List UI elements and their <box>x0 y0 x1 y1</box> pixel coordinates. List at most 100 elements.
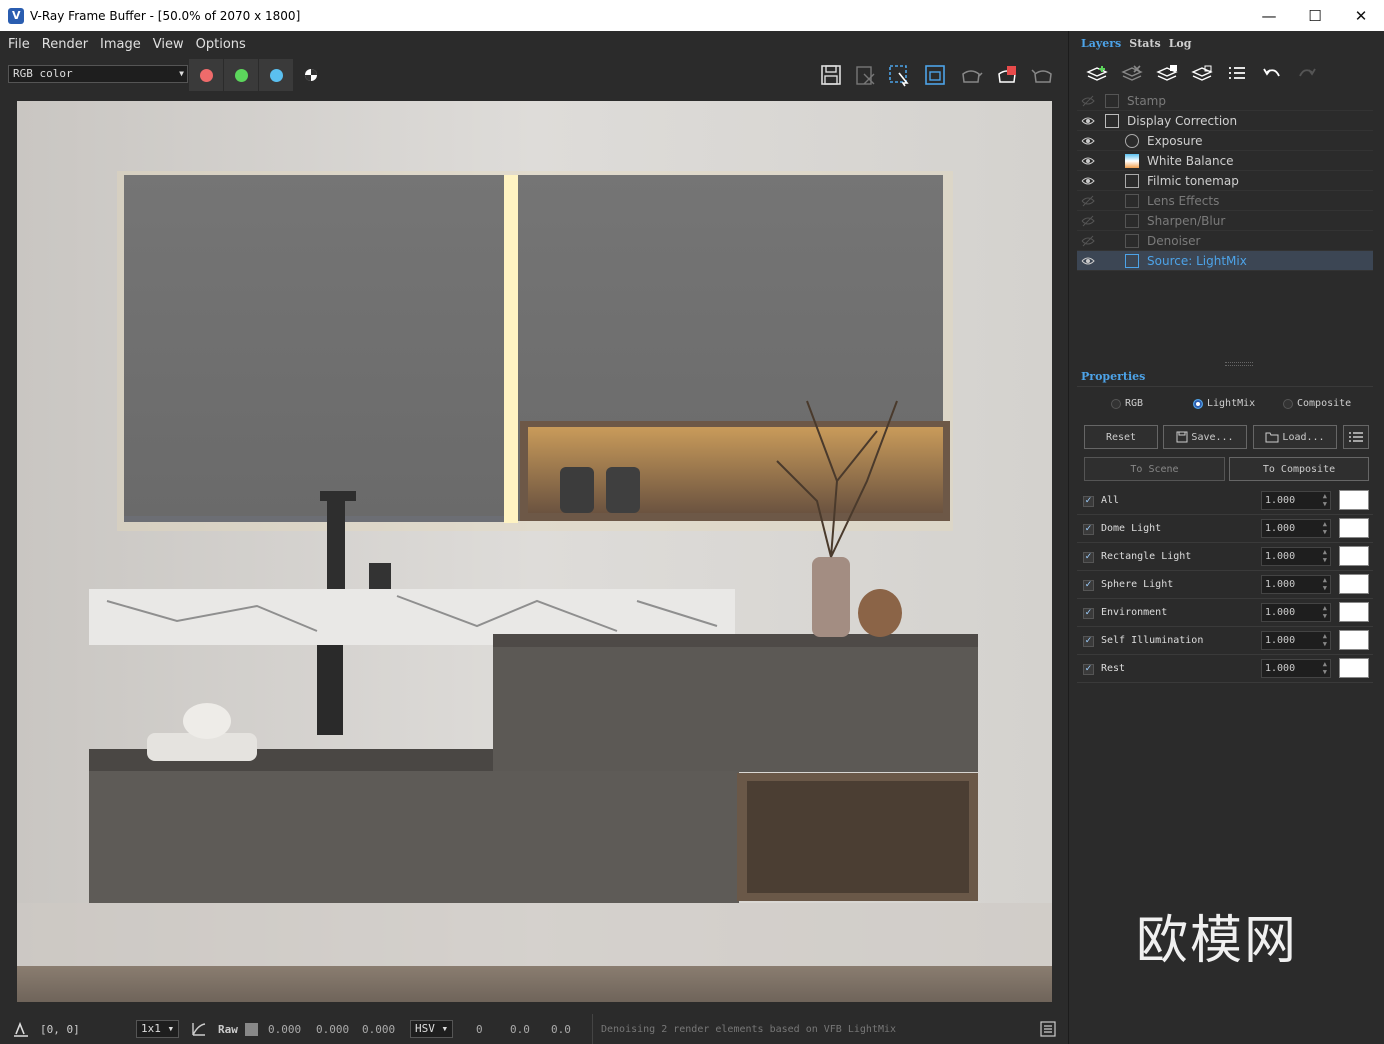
tab-layers[interactable]: Layers <box>1077 35 1125 53</box>
raw-label: Raw <box>218 1022 238 1036</box>
mode-composite-radio[interactable]: Composite <box>1283 398 1351 409</box>
eye-icon[interactable] <box>1081 175 1095 187</box>
menu-image[interactable]: Image <box>100 37 141 52</box>
intensity-spinner[interactable]: 1.000 ▲ ▼ <box>1261 491 1331 510</box>
red-channel-button[interactable] <box>189 59 223 91</box>
layer-exposure[interactable]: Exposure <box>1077 131 1373 151</box>
layer-stamp[interactable]: Stamp <box>1077 91 1373 111</box>
checkbox[interactable]: ✓ <box>1083 664 1094 675</box>
lightmix-options-button[interactable] <box>1343 425 1369 449</box>
load-preset-label: Load... <box>1282 431 1325 443</box>
denoiser-icon <box>1125 234 1139 248</box>
interactive-render-button[interactable] <box>958 62 984 88</box>
eye-icon[interactable] <box>1081 255 1095 267</box>
checkbox[interactable]: ✓ <box>1083 580 1094 591</box>
mode-lightmix-radio[interactable]: LightMix <box>1193 398 1255 409</box>
menu-options[interactable]: Options <box>196 37 246 52</box>
layer-lens-effects[interactable]: Lens Effects <box>1077 191 1373 211</box>
undo-button[interactable] <box>1254 61 1289 87</box>
render-button[interactable] <box>1030 62 1056 88</box>
to-scene-button[interactable]: To Scene <box>1084 457 1225 481</box>
green-channel-button[interactable] <box>224 59 258 91</box>
lightmix-list: ✓ All 1.000 ▲ ▼ ✓ Dome Light 1.000 ▲ ▼ ✓ Rec… <box>1077 487 1373 683</box>
intensity-value: 1.000 <box>1265 635 1296 646</box>
save-preset-label: Save... <box>1191 431 1234 443</box>
sample-size-select[interactable]: 1x1 ▾ <box>136 1020 180 1038</box>
tab-log[interactable]: Log <box>1165 35 1196 53</box>
rendered-bathroom-image <box>17 101 1052 1002</box>
load-layers-button[interactable] <box>1184 61 1219 87</box>
color-swatch[interactable] <box>1339 574 1369 594</box>
layer-source-lightmix[interactable]: Source: LightMix <box>1077 251 1373 271</box>
color-swatch[interactable] <box>1339 490 1369 510</box>
tab-stats[interactable]: Stats <box>1125 35 1164 53</box>
color-swatch[interactable] <box>1339 630 1369 650</box>
delete-layer-button[interactable] <box>1114 61 1149 87</box>
layer-filmic-tonemap[interactable]: Filmic tonemap <box>1077 171 1373 191</box>
pixel-info-icon[interactable] <box>12 1014 30 1044</box>
intensity-spinner[interactable]: 1.000 ▲ ▼ <box>1261 631 1331 650</box>
reset-button[interactable]: Reset <box>1084 425 1158 449</box>
intensity-spinner[interactable]: 1.000 ▲ ▼ <box>1261 547 1331 566</box>
toggle-panel-button[interactable] <box>1040 1014 1056 1044</box>
channel-select[interactable]: RGB color ▼ <box>8 65 188 83</box>
eye-hidden-icon[interactable] <box>1081 95 1095 107</box>
menu-view[interactable]: View <box>153 37 184 52</box>
close-button[interactable]: ✕ <box>1338 0 1384 31</box>
lightmix-row-rest: ✓ Rest 1.000 ▲ ▼ <box>1077 655 1373 683</box>
redo-button[interactable] <box>1289 61 1324 87</box>
eye-hidden-icon[interactable] <box>1081 215 1095 227</box>
intensity-spinner[interactable]: 1.000 ▲ ▼ <box>1261 575 1331 594</box>
color-swatch[interactable] <box>1339 518 1369 538</box>
add-layer-button[interactable] <box>1079 61 1114 87</box>
menu-render[interactable]: Render <box>42 37 88 52</box>
color-curve-icon[interactable] <box>190 1014 208 1044</box>
radio-label: Composite <box>1297 398 1352 409</box>
layer-presets-button[interactable] <box>1219 61 1254 87</box>
stop-render-button[interactable] <box>994 62 1020 88</box>
checkbox[interactable]: ✓ <box>1083 524 1094 535</box>
redo-icon <box>1298 68 1316 77</box>
maximize-button[interactable]: ☐ <box>1292 0 1338 31</box>
checkbox[interactable]: ✓ <box>1083 608 1094 619</box>
menu-file[interactable]: File <box>8 37 30 52</box>
eye-icon[interactable] <box>1081 115 1095 127</box>
eye-hidden-icon[interactable] <box>1081 195 1095 207</box>
render-viewport[interactable] <box>17 101 1052 1002</box>
color-swatch[interactable] <box>1339 602 1369 622</box>
checkbox[interactable]: ✓ <box>1083 636 1094 647</box>
intensity-spinner[interactable]: 1.000 ▲ ▼ <box>1261 519 1331 538</box>
intensity-spinner[interactable]: 1.000 ▲ ▼ <box>1261 603 1331 622</box>
track-mouse-button[interactable] <box>922 62 948 88</box>
clear-image-button[interactable] <box>852 62 878 88</box>
eye-icon[interactable] <box>1081 155 1095 167</box>
layer-denoiser[interactable]: Denoiser <box>1077 231 1373 251</box>
mode-rgb-radio[interactable]: RGB <box>1111 398 1143 409</box>
checkbox[interactable]: ✓ <box>1083 496 1094 507</box>
panel-splitter[interactable] <box>1225 362 1253 366</box>
eye-hidden-icon[interactable] <box>1081 235 1095 247</box>
blue-channel-button[interactable] <box>259 59 293 91</box>
intensity-spinner[interactable]: 1.000 ▲ ▼ <box>1261 659 1331 678</box>
minimize-button[interactable]: — <box>1246 0 1292 31</box>
load-preset-button[interactable]: Load... <box>1253 425 1337 449</box>
alpha-channel-button[interactable] <box>298 62 324 88</box>
checkbox[interactable]: ✓ <box>1083 552 1094 563</box>
save-image-button[interactable] <box>818 62 844 88</box>
layer-sharpen-blur[interactable]: Sharpen/Blur <box>1077 211 1373 231</box>
region-render-button[interactable] <box>886 62 912 88</box>
eye-icon[interactable] <box>1081 135 1095 147</box>
color-mode-select[interactable]: HSV ▾ <box>410 1020 454 1038</box>
radio-label: RGB <box>1125 398 1144 409</box>
layer-white-balance[interactable]: White Balance <box>1077 151 1373 171</box>
raw-r: 0.000 <box>268 1022 302 1036</box>
save-layers-button[interactable] <box>1149 61 1184 87</box>
layer-display-correction[interactable]: Display Correction <box>1077 111 1373 131</box>
color-swatch[interactable] <box>1339 546 1369 566</box>
color-swatch[interactable] <box>1339 658 1369 678</box>
to-composite-button[interactable]: To Composite <box>1229 457 1369 481</box>
save-preset-button[interactable]: Save... <box>1163 425 1247 449</box>
hsv-h: 0 <box>476 1022 483 1036</box>
lightmix-label: Rest <box>1101 663 1126 674</box>
lightmix-row-environment: ✓ Environment 1.000 ▲ ▼ <box>1077 599 1373 627</box>
